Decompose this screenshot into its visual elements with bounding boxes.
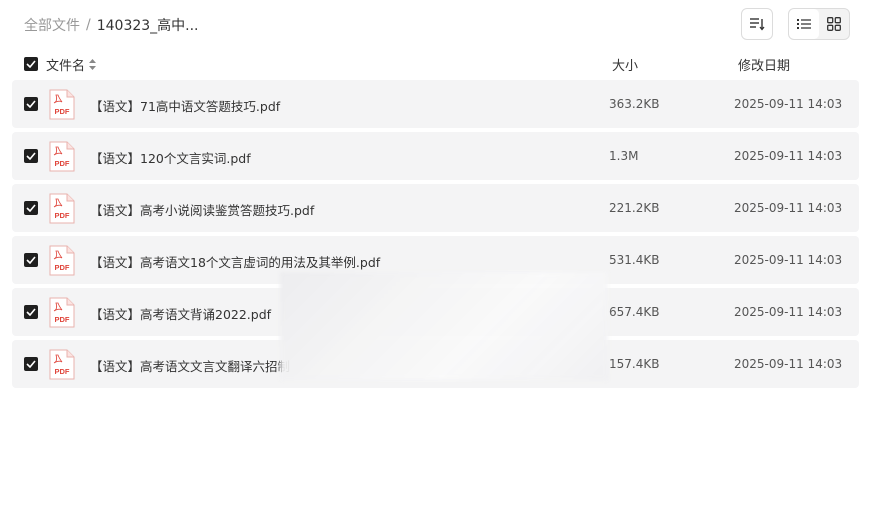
pdf-badge-text: PDF (55, 263, 70, 272)
file-date: 2025-09-11 14:03 (734, 149, 843, 163)
file-name[interactable]: 【语文】71高中语文答题技巧.pdf (90, 96, 280, 115)
file-date: 2025-09-11 14:03 (734, 305, 843, 319)
file-list-header: 文件名 大小 修改日期 (0, 52, 874, 76)
pdf-file-icon: PDF (49, 141, 75, 172)
check-icon (26, 256, 36, 264)
file-row[interactable]: PDF 【语文】71高中语文答题技巧.pdf 363.2KB 2025-09-11 1… (12, 80, 859, 128)
sort-button[interactable] (741, 8, 773, 40)
pdf-badge-text: PDF (55, 315, 70, 324)
file-date: 2025-09-11 14:03 (734, 201, 843, 215)
file-name[interactable]: 【语文】高考语文背诵2022.pdf (90, 304, 271, 323)
pdf-file-icon: PDF (49, 89, 75, 120)
file-name[interactable]: 【语文】高考小说阅读鉴赏答题技巧.pdf (90, 200, 314, 219)
file-date: 2025-09-11 14:03 (734, 253, 843, 267)
grid-view-button[interactable] (819, 9, 849, 39)
file-size: 657.4KB (609, 305, 660, 319)
file-name[interactable]: 【语文】120个文言实词.pdf (90, 148, 251, 167)
list-view-button[interactable] (789, 9, 819, 39)
file-size: 531.4KB (609, 253, 660, 267)
breadcrumb-current-folder: 140323_高中... (96, 18, 199, 34)
check-icon (26, 308, 36, 316)
row-checkbox[interactable] (24, 149, 38, 163)
file-size: 363.2KB (609, 97, 660, 111)
file-date: 2025-09-11 14:03 (734, 357, 843, 371)
file-row[interactable]: PDF 【语文】120个文言实词.pdf 1.3M 2025-09-11 14:03 (12, 132, 859, 180)
file-size: 221.2KB (609, 201, 660, 215)
check-icon (26, 204, 36, 212)
column-header-name[interactable]: 文件名 (46, 55, 97, 74)
pdf-badge-text: PDF (55, 211, 70, 220)
pdf-file-icon: PDF (49, 297, 75, 328)
file-size: 157.4KB (609, 357, 660, 371)
column-header-size[interactable]: 大小 (612, 55, 638, 74)
pdf-file-icon: PDF (49, 349, 75, 380)
check-icon (26, 60, 36, 68)
breadcrumb: 全部文件 / 140323_高中... (24, 15, 199, 35)
column-header-date[interactable]: 修改日期 (738, 55, 790, 74)
column-header-name-label: 文件名 (46, 59, 86, 74)
breadcrumb-root-link[interactable]: 全部文件 (24, 15, 80, 35)
pdf-file-icon: PDF (49, 193, 75, 224)
file-size: 1.3M (609, 149, 639, 163)
row-checkbox[interactable] (24, 305, 38, 319)
grid-view-icon (827, 17, 841, 31)
pdf-badge-text: PDF (55, 367, 70, 376)
row-checkbox[interactable] (24, 357, 38, 371)
list-view-icon (797, 19, 811, 29)
sort-caret-icon (89, 59, 97, 70)
sort-icon (750, 18, 765, 31)
select-all-checkbox[interactable] (24, 57, 38, 71)
check-icon (26, 152, 36, 160)
view-toggle (788, 8, 850, 40)
pdf-badge-text: PDF (55, 159, 70, 168)
file-name[interactable]: 【语文】高考语文文言文翻译六招制 (90, 356, 290, 375)
top-bar: 全部文件 / 140323_高中... (0, 0, 874, 50)
pdf-file-icon: PDF (49, 245, 75, 276)
breadcrumb-separator: / (86, 17, 91, 33)
file-date: 2025-09-11 14:03 (734, 97, 843, 111)
check-icon (26, 100, 36, 108)
file-row[interactable]: PDF 【语文】高考小说阅读鉴赏答题技巧.pdf 221.2KB 2025-09-11… (12, 184, 859, 232)
row-checkbox[interactable] (24, 97, 38, 111)
check-icon (26, 360, 36, 368)
blurred-overlay (280, 272, 608, 380)
pdf-badge-text: PDF (55, 107, 70, 116)
row-checkbox[interactable] (24, 253, 38, 267)
row-checkbox[interactable] (24, 201, 38, 215)
file-name[interactable]: 【语文】高考语文18个文言虚词的用法及其举例.pdf (90, 252, 380, 271)
